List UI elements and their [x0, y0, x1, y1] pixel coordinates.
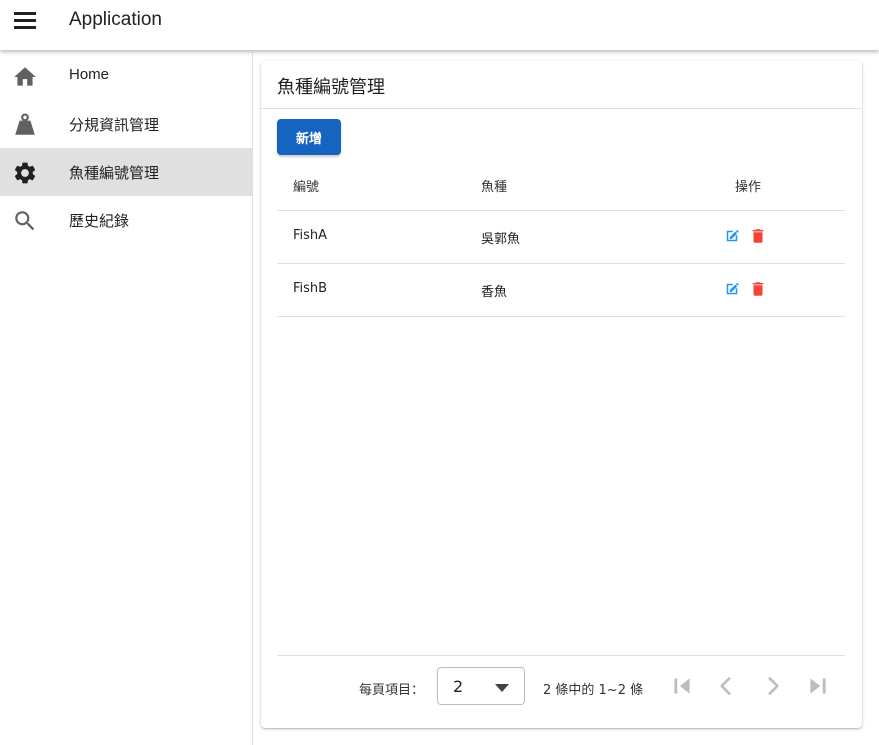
divider [277, 655, 845, 656]
rows-per-page-select[interactable]: 2 [437, 667, 525, 705]
pagination-range: 2 條中的 1~2 條 [543, 683, 644, 698]
row-actions [723, 279, 767, 299]
main-content: 魚種編號管理 新增 編號 魚種 操作 FishA 吳郭魚 FishB 香魚 每頁… [253, 52, 879, 745]
rows-per-page-label: 每頁項目： [359, 683, 425, 698]
delete-icon[interactable] [749, 226, 767, 246]
cell-species: 香魚 [481, 285, 508, 300]
cell-species: 吳郭魚 [481, 232, 521, 247]
weight-icon [12, 112, 38, 138]
species-table: 編號 魚種 操作 FishA 吳郭魚 FishB 香魚 [277, 161, 845, 317]
home-icon [12, 64, 38, 90]
table-row: FishA 吳郭魚 [277, 211, 845, 264]
row-actions [723, 226, 767, 246]
search-icon [12, 208, 38, 234]
sidebar-item-label: 分規資訊管理 [69, 117, 160, 134]
previous-page-button[interactable] [713, 673, 739, 699]
navigation-drawer: Home 分規資訊管理 魚種編號管理 歷史紀錄 [0, 52, 253, 745]
next-page-button[interactable] [760, 673, 786, 699]
delete-icon[interactable] [749, 279, 767, 299]
table-header: 編號 魚種 操作 [277, 161, 845, 211]
previous-page-icon [720, 677, 731, 695]
sidebar-item-home[interactable]: Home [0, 52, 252, 100]
first-page-icon [674, 678, 690, 694]
column-header-id[interactable]: 編號 [293, 176, 319, 195]
add-button[interactable]: 新增 [277, 119, 341, 155]
next-page-icon [768, 677, 779, 695]
gear-icon [12, 160, 38, 186]
sidebar-item-classification[interactable]: 分規資訊管理 [0, 100, 252, 148]
table-row: FishB 香魚 [277, 264, 845, 317]
app-bar: Application [0, 0, 879, 50]
app-title: Application [69, 9, 162, 30]
page-title: 魚種編號管理 [277, 77, 385, 98]
sidebar-item-label: 魚種編號管理 [69, 165, 160, 182]
last-page-icon [810, 678, 826, 694]
last-page-button[interactable] [805, 673, 831, 699]
rows-per-page-value: 2 [453, 677, 464, 696]
first-page-button[interactable] [669, 673, 695, 699]
sidebar-item-label: Home [69, 66, 110, 83]
content-card: 魚種編號管理 新增 編號 魚種 操作 FishA 吳郭魚 FishB 香魚 每頁… [261, 61, 862, 728]
divider [261, 108, 862, 109]
sidebar-item-fish-species[interactable]: 魚種編號管理 [0, 148, 252, 196]
edit-icon[interactable] [723, 279, 741, 299]
sidebar-item-history[interactable]: 歷史紀錄 [0, 196, 252, 244]
menu-button[interactable] [8, 5, 44, 37]
sidebar-item-label: 歷史紀錄 [69, 213, 130, 230]
chevron-down-icon [494, 683, 510, 693]
hamburger-menu-icon [14, 12, 36, 29]
edit-icon[interactable] [723, 226, 741, 246]
column-header-species[interactable]: 魚種 [481, 176, 507, 195]
cell-id: FishA [293, 228, 328, 243]
cell-id: FishB [293, 281, 328, 296]
column-header-actions: 操作 [735, 180, 762, 195]
